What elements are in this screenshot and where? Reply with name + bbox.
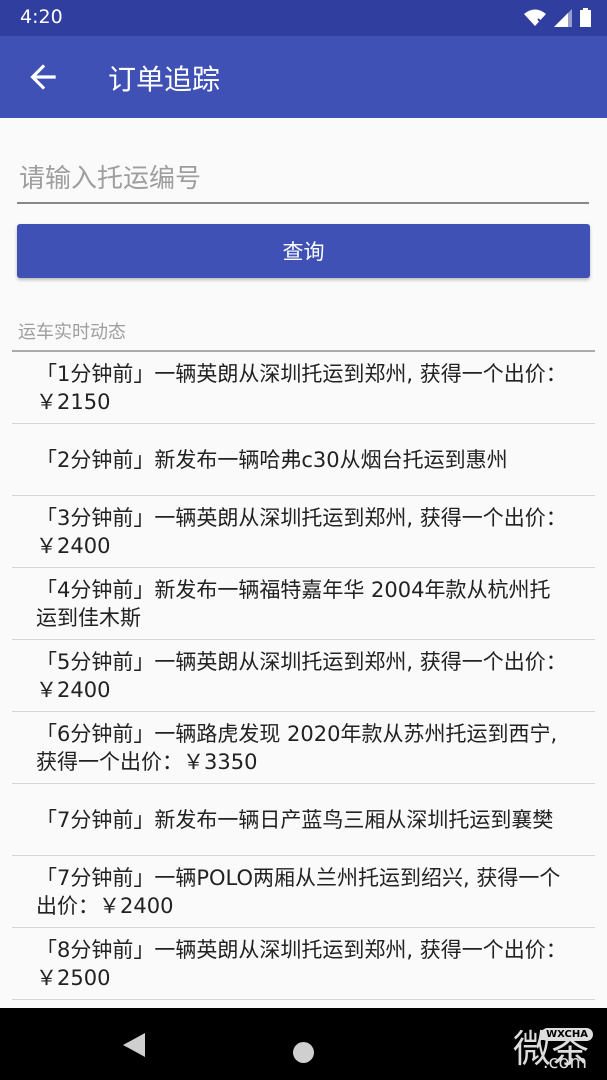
status-icons bbox=[524, 8, 591, 27]
query-button[interactable]: 查询 bbox=[17, 224, 590, 278]
list-item[interactable]: 「1分钟前」一辆英朗从深圳托运到郑州, 获得一个出价：￥2150 bbox=[12, 352, 595, 424]
watermark: 微茶 WXCHA .com bbox=[513, 1018, 593, 1073]
list-item[interactable]: 「8分钟前」一辆英朗从深圳托运到郑州, 获得一个出价：￥2500 bbox=[12, 928, 595, 1000]
list-item[interactable]: 「6分钟前」一辆路虎发现 2020年款从苏州托运到西宁, 获得一个出价：￥335… bbox=[12, 712, 595, 784]
feed-section-title: 运车实时动态 bbox=[18, 322, 126, 343]
nav-back-icon[interactable] bbox=[123, 1033, 145, 1057]
status-bar: 4:20 bbox=[0, 0, 607, 36]
wifi-icon bbox=[524, 9, 546, 26]
back-arrow-icon[interactable] bbox=[24, 58, 62, 96]
signal-icon bbox=[554, 8, 572, 27]
page-title: 订单追踪 bbox=[108, 63, 221, 96]
battery-icon bbox=[580, 8, 591, 27]
status-time: 4:20 bbox=[20, 6, 63, 28]
list-item[interactable]: 「7分钟前」新发布一辆日产蓝鸟三厢从深圳托运到襄樊 bbox=[12, 784, 595, 856]
list-item[interactable]: 「3分钟前」一辆英朗从深圳托运到郑州, 获得一个出价：￥2400 bbox=[12, 496, 595, 568]
watermark-tag: WXCHA bbox=[541, 1028, 593, 1041]
shipping-feed-list: 「1分钟前」一辆英朗从深圳托运到郑州, 获得一个出价：￥2150 「2分钟前」新… bbox=[12, 352, 595, 1000]
list-item[interactable]: 「5分钟前」一辆英朗从深圳托运到郑州, 获得一个出价：￥2400 bbox=[12, 640, 595, 712]
tracking-number-input[interactable] bbox=[17, 156, 589, 204]
list-item[interactable]: 「2分钟前」新发布一辆哈弗c30从烟台托运到惠州 bbox=[12, 424, 595, 496]
nav-home-icon[interactable] bbox=[293, 1042, 314, 1063]
app-bar: 订单追踪 bbox=[0, 36, 607, 118]
watermark-domain: .com bbox=[542, 1052, 587, 1073]
list-item[interactable]: 「7分钟前」一辆POLO两厢从兰州托运到绍兴, 获得一个出价：￥2400 bbox=[12, 856, 595, 928]
navigation-bar: 微茶 WXCHA .com bbox=[0, 1008, 607, 1080]
list-item[interactable]: 「4分钟前」新发布一辆福特嘉年华 2004年款从杭州托运到佳木斯 bbox=[12, 568, 595, 640]
